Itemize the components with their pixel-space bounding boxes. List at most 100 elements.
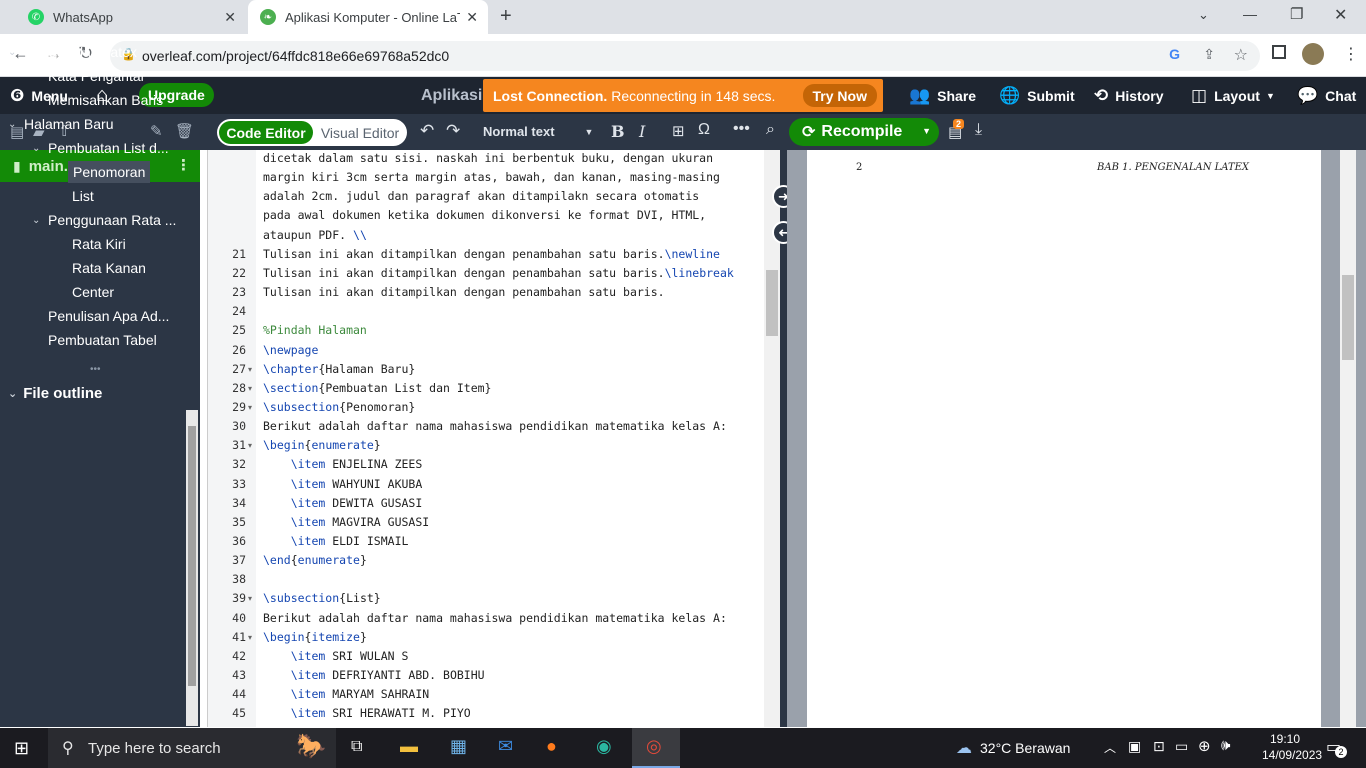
- chrome-menu-icon[interactable]: ⋮: [1343, 44, 1359, 64]
- bookmark-star-icon[interactable]: ☆: [1234, 45, 1248, 65]
- code-line[interactable]: \item SRI WULAN S: [263, 647, 409, 666]
- recompile-button[interactable]: ⟳ Recompile ▼: [789, 118, 939, 146]
- mail-icon[interactable]: ✉: [498, 736, 513, 757]
- code-line[interactable]: \item DEWITA GUSASI: [263, 494, 423, 513]
- tray-app-icon[interactable]: ▣: [1128, 738, 1141, 755]
- outline-item[interactable]: List: [72, 185, 94, 207]
- volume-icon[interactable]: 🕪: [1221, 737, 1230, 754]
- code-line[interactable]: Tulisan ini akan ditampilkan dengan pena…: [263, 283, 665, 302]
- code-line[interactable]: ataupun PDF. \\: [263, 226, 367, 245]
- outline-item[interactable]: ⌄ Penggunaan Rata ...: [32, 209, 176, 231]
- share-page-icon[interactable]: ⇪: [1203, 46, 1215, 63]
- redo-icon[interactable]: ↷: [446, 121, 460, 141]
- search-icon[interactable]: ⌕: [766, 121, 775, 139]
- history-button[interactable]: ⟲ History: [1094, 77, 1163, 114]
- tab-overleaf[interactable]: ❧ Aplikasi Komputer - Online LaTeX ✕: [248, 0, 488, 34]
- close-tab-icon[interactable]: ✕: [466, 9, 478, 26]
- minimize-icon[interactable]: —: [1243, 6, 1257, 22]
- tab-search-icon[interactable]: ⌄: [1198, 7, 1209, 23]
- weather-widget[interactable]: ☁ 32°C Berawan: [956, 728, 1070, 768]
- outline-scroll-thumb[interactable]: [188, 426, 196, 686]
- code-line[interactable]: Tulisan ini akan ditampilkan dengan pena…: [263, 245, 720, 264]
- outline-item[interactable]: Pembuatan Tabel: [48, 329, 157, 351]
- fold-arrow-icon[interactable]: ▾: [248, 628, 252, 647]
- tab-whatsapp[interactable]: ✆ WhatsApp ✕: [8, 0, 246, 34]
- text-style-select[interactable]: Normal text ▼: [483, 124, 593, 139]
- battery-icon[interactable]: ▭: [1175, 738, 1188, 755]
- fold-arrow-icon[interactable]: ▾: [248, 589, 252, 608]
- outline-item[interactable]: Kata Pengantar: [48, 65, 145, 87]
- bold-icon[interactable]: B: [611, 122, 625, 141]
- code-line[interactable]: \item MARYAM SAHRAIN: [263, 685, 429, 704]
- code-line[interactable]: \item ELDI ISMAIL: [263, 532, 409, 551]
- code-line[interactable]: %Pindah Halaman: [263, 321, 367, 340]
- italic-icon[interactable]: I: [639, 122, 645, 141]
- layout-button[interactable]: ◫ Layout ▼: [1191, 77, 1275, 114]
- more-icon[interactable]: •••: [733, 120, 750, 138]
- code-editor[interactable]: 21 22 23 24 25 26 27 ▾ 28 ▾ 29 ▾ 30 31 ▾ 32 33 34 35 36 37 38…: [207, 150, 780, 727]
- chevron-down-icon[interactable]: ⌄: [32, 215, 40, 226]
- file-menu-icon[interactable]: ⋮: [176, 156, 191, 174]
- tray-device-icon[interactable]: ⊡: [1153, 738, 1165, 755]
- task-view-icon[interactable]: ⧉: [351, 738, 362, 756]
- outline-item[interactable]: ⌄ Pembuatan List d...: [32, 137, 169, 159]
- outline-header[interactable]: ⌄ File outline: [8, 382, 102, 404]
- code-line[interactable]: \subsection{List}: [263, 589, 381, 608]
- outline-item[interactable]: Rata Kanan: [72, 257, 146, 279]
- code-line[interactable]: \item ENJELINA ZEES: [263, 455, 423, 474]
- fold-arrow-icon[interactable]: ▾: [248, 398, 252, 417]
- fold-arrow-icon[interactable]: ▾: [248, 379, 252, 398]
- chevron-down-icon[interactable]: ⌄: [32, 143, 40, 154]
- outline-item[interactable]: Rata Kiri: [72, 233, 126, 255]
- close-tab-icon[interactable]: ✕: [224, 9, 236, 26]
- side-panel-icon[interactable]: [1272, 45, 1286, 59]
- code-line[interactable]: margin kiri 3cm serta margin atas, bawah…: [263, 168, 720, 187]
- try-now-button[interactable]: Try Now: [802, 84, 877, 107]
- undo-icon[interactable]: ↶: [420, 121, 434, 141]
- close-window-icon[interactable]: ✕: [1334, 5, 1347, 25]
- fold-arrow-icon[interactable]: ▾: [248, 360, 252, 379]
- clock[interactable]: 19:10 14/09/2023: [1262, 731, 1322, 763]
- store-icon[interactable]: ▦: [450, 736, 467, 757]
- code-line[interactable]: \begin{enumerate}: [263, 436, 381, 455]
- download-icon[interactable]: ⤓: [975, 121, 982, 139]
- code-line[interactable]: \section{Pembuatan List dan Item}: [263, 379, 491, 398]
- chevron-down-icon[interactable]: ⌄: [8, 47, 16, 58]
- new-tab-icon[interactable]: +: [500, 5, 512, 28]
- code-line[interactable]: pada awal dokumen ketika dokumen dikonve…: [263, 206, 706, 225]
- visual-editor-toggle[interactable]: Visual Editor: [315, 121, 405, 144]
- submit-button[interactable]: 🌐 Submit: [999, 77, 1075, 114]
- windows-start-icon[interactable]: ⊞: [14, 738, 29, 759]
- pdf-scrollbar[interactable]: [1340, 150, 1356, 727]
- code-line[interactable]: \subsection{Penomoran}: [263, 398, 415, 417]
- code-line[interactable]: \item DEFRIYANTI ABD. BOBIHU: [263, 666, 485, 685]
- code-line[interactable]: adalah 2cm. judul dan paragraf akan dita…: [263, 187, 699, 206]
- edge-icon[interactable]: ◉: [596, 736, 612, 757]
- code-line[interactable]: Berikut adalah daftar nama mahasiswa pen…: [263, 417, 727, 436]
- resize-handle-icon[interactable]: •••: [90, 365, 110, 375]
- code-line[interactable]: dicetak dalam satu sisi. naskah ini berb…: [263, 150, 713, 168]
- code-line[interactable]: Berikut adalah daftar nama mahasiswa pen…: [263, 609, 727, 628]
- code-line[interactable]: \newpage: [263, 341, 318, 360]
- share-button[interactable]: 👥 Share: [909, 77, 976, 114]
- editor-scroll-thumb[interactable]: [766, 270, 778, 336]
- restore-icon[interactable]: ❐: [1290, 5, 1303, 23]
- math-icon[interactable]: ⊞: [672, 122, 685, 140]
- caret-down-icon[interactable]: ▼: [922, 126, 931, 136]
- google-icon[interactable]: G: [1169, 46, 1180, 62]
- chat-button[interactable]: 💬 Chat: [1297, 77, 1356, 114]
- symbol-omega-icon[interactable]: Ω: [698, 121, 710, 139]
- code-line[interactable]: \item SRI HERAWATI M. PIYO: [263, 704, 471, 723]
- outline-item[interactable]: Penomoran: [68, 161, 151, 183]
- code-line[interactable]: \item WAHYUNI AKUBA: [263, 475, 423, 494]
- code-line[interactable]: \end{enumerate}: [263, 551, 367, 570]
- code-line[interactable]: \chapter{Halaman Baru}: [263, 360, 415, 379]
- url-field[interactable]: 🔒 overleaf.com/project/64ffdc818e66e6976…: [110, 41, 1260, 71]
- firefox-icon[interactable]: ●: [546, 736, 557, 757]
- chevron-down-icon[interactable]: ⌄: [8, 119, 16, 130]
- code-editor-toggle[interactable]: Code Editor: [219, 121, 313, 144]
- outline-item[interactable]: Penulisan Apa Ad...: [48, 305, 169, 327]
- outline-item[interactable]: Memisahkan Baris: [48, 89, 163, 111]
- code-line[interactable]: \item MAGVIRA GUSASI: [263, 513, 429, 532]
- file-explorer-icon[interactable]: ▬: [400, 736, 418, 757]
